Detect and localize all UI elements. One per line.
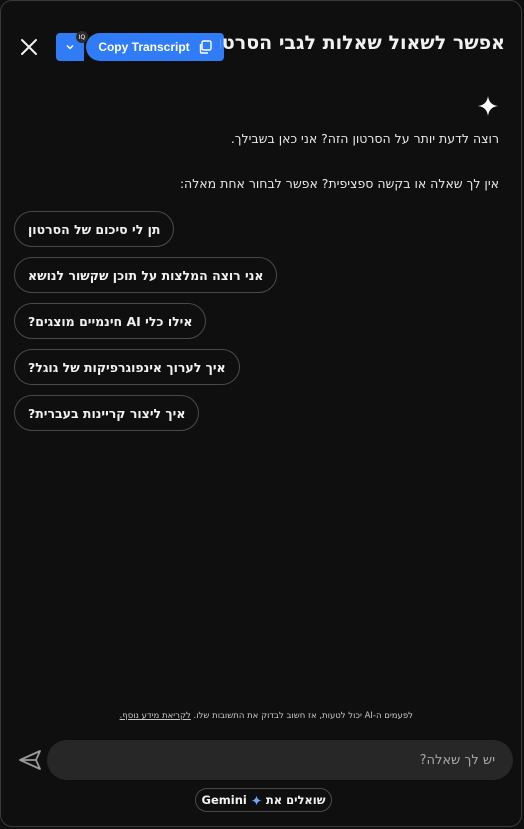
send-icon: [19, 750, 41, 770]
disclaimer-text: לפעמים ה-AI יכול לטעות, אז חשוב לבדוק את…: [190, 711, 413, 721]
intro-line-1: רוצה לדעת יותר על הסרטון הזה? אני כאן בש…: [230, 131, 499, 146]
gemini-icon: [251, 795, 262, 805]
learn-more-link[interactable]: לקריאת מידע נוסף.: [120, 711, 191, 721]
send-button[interactable]: [17, 747, 43, 773]
gemini-brand: Gemini: [201, 793, 247, 807]
intro-line-2: אין לך שאלה או בקשה ספציפית? אפשר לבחור …: [179, 176, 499, 191]
ai-disclaimer: לפעמים ה-AI יכול לטעות, אז חשוב לבדוק את…: [120, 711, 413, 721]
ask-panel: IQ Copy Transcript אפשר לשאול שאלות לגבי…: [0, 0, 522, 827]
copy-transcript-label: Copy Transcript: [98, 40, 190, 54]
suggestion-chip[interactable]: תן לי סיכום של הסרטון: [14, 211, 175, 247]
suggestion-chip[interactable]: איך לערוך אינפוגרפיקות של גוגל?: [14, 349, 240, 385]
question-input[interactable]: [47, 740, 513, 780]
close-icon: [21, 39, 37, 55]
chevron-down-icon: [66, 44, 74, 50]
sparkle-icon: [478, 96, 498, 116]
copy-transcript-button[interactable]: Copy Transcript: [86, 33, 224, 61]
suggestion-chip[interactable]: אילו כלי AI חינמיים מוצגים?: [14, 303, 207, 339]
close-button[interactable]: [15, 33, 43, 61]
suggestion-chip[interactable]: איך ליצור קריינות בעברית?: [14, 395, 200, 431]
suggestion-chip[interactable]: אני רוצה המלצות על תוכן שקשור לנושא: [14, 257, 278, 293]
powered-by-gemini: שואלים את Gemini: [195, 788, 332, 812]
copy-icon: [199, 40, 212, 54]
powered-by-label: שואלים את: [265, 793, 326, 807]
panel-header: IQ Copy Transcript אפשר לשאול שאלות לגבי…: [1, 1, 523, 91]
panel-title: אפשר לשאול שאלות לגבי הסרטו...: [220, 32, 505, 54]
